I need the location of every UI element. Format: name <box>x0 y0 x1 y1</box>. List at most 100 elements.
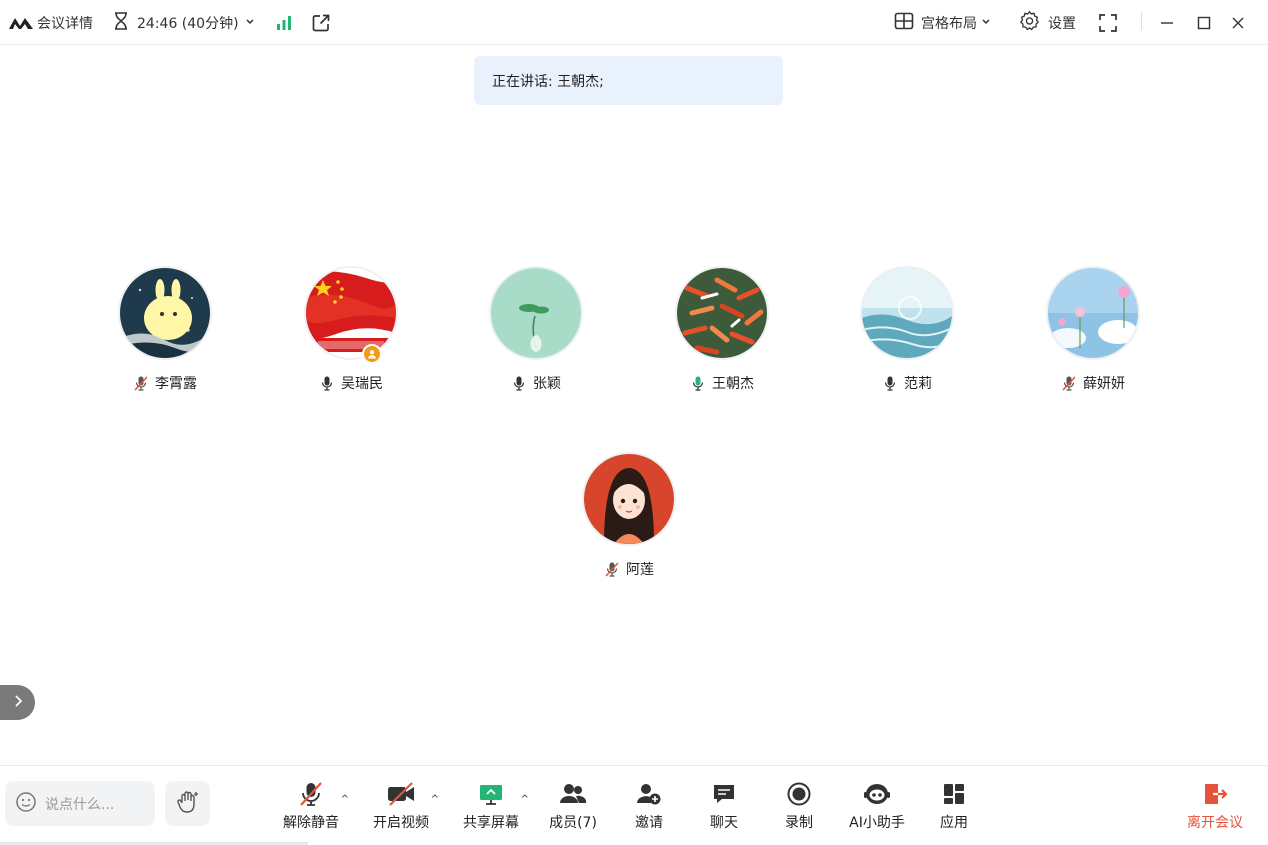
raise-hand-button[interactable] <box>165 781 210 826</box>
chevron-right-icon <box>13 693 23 712</box>
chat-input-placeholder: 说点什么... <box>45 796 115 813</box>
members-label: 成员(7) <box>549 815 597 831</box>
ai-assistant-label: AI小助手 <box>849 815 905 831</box>
chevron-up-icon[interactable]: ^ <box>431 794 439 805</box>
microphone-icon <box>511 375 527 391</box>
grid-layout-button[interactable]: 宫格布局 <box>894 0 991 45</box>
fullscreen-icon[interactable] <box>1098 0 1118 45</box>
microphone-speaking-icon <box>690 375 706 391</box>
chat-label: 聊天 <box>710 815 738 831</box>
participant-tile[interactable]: 范莉 <box>846 268 966 398</box>
host-badge-icon <box>362 344 382 364</box>
avatar <box>491 268 581 358</box>
participant-name-label: 吴瑞民 <box>290 373 412 393</box>
external-link-icon[interactable] <box>311 0 331 45</box>
settings-label: 设置 <box>1048 15 1076 32</box>
participant-tile[interactable]: 张颖 <box>475 268 595 398</box>
speaking-indicator-text: 正在讲话: 王朝杰; <box>492 73 604 90</box>
microphone-icon <box>882 375 898 391</box>
members-icon <box>558 780 588 808</box>
invite-label: 邀请 <box>635 815 663 831</box>
avatar <box>120 268 210 358</box>
avatar <box>677 268 767 358</box>
members-button[interactable]: 成员(7) <box>533 780 613 831</box>
participant-name: 阿莲 <box>626 562 654 578</box>
meeting-window: 会议详情 24:46 (40分钟) 宫格布局 设置 正在讲话: 王朝杰; 李霄露… <box>0 0 1268 845</box>
participant-tile[interactable]: 李霄露 <box>104 268 224 398</box>
start-video-label: 开启视频 <box>373 815 429 831</box>
avatar <box>1048 268 1138 358</box>
share-screen-button[interactable]: 共享屏幕 ^ <box>451 780 531 831</box>
unmute-button[interactable]: 解除静音 ^ <box>271 780 351 831</box>
ai-assistant-button[interactable]: AI小助手 <box>837 780 917 831</box>
share-screen-label: 共享屏幕 <box>463 815 519 831</box>
expand-panel-button[interactable] <box>0 685 35 720</box>
emoji-icon[interactable] <box>15 791 37 817</box>
microphone-muted-icon <box>133 375 149 391</box>
app-logo-icon <box>8 0 34 45</box>
participant-name-label: 王朝杰 <box>661 373 783 393</box>
meeting-details-label: 会议详情 <box>37 15 93 32</box>
exit-icon <box>1201 780 1229 808</box>
raise-hand-icon <box>175 789 201 819</box>
grid-layout-label: 宫格布局 <box>921 15 977 32</box>
participant-name-label: 范莉 <box>846 373 968 393</box>
invite-button[interactable]: 邀请 <box>609 780 689 831</box>
record-label: 录制 <box>785 815 813 831</box>
apps-label: 应用 <box>940 815 968 831</box>
network-signal-icon[interactable] <box>276 0 292 45</box>
participant-name-label: 阿莲 <box>568 559 690 579</box>
quick-chat-input[interactable]: 说点什么... <box>5 781 155 826</box>
leave-meeting-button[interactable]: 离开会议 <box>1175 780 1255 831</box>
gear-icon <box>1019 10 1040 35</box>
participant-name: 张颖 <box>533 376 561 392</box>
chat-bubble-icon <box>710 780 738 808</box>
chevron-down-icon <box>981 15 991 31</box>
share-screen-icon <box>477 780 505 808</box>
settings-button[interactable]: 设置 <box>1019 0 1076 45</box>
start-video-button[interactable]: 开启视频 ^ <box>361 780 441 831</box>
microphone-muted-icon <box>1061 375 1077 391</box>
participant-name: 李霄露 <box>155 376 197 392</box>
participant-name: 吴瑞民 <box>341 376 383 392</box>
avatar <box>862 268 952 358</box>
titlebar-divider <box>1141 12 1142 30</box>
microphone-muted-icon <box>297 780 325 808</box>
participant-name: 范莉 <box>904 376 932 392</box>
microphone-icon <box>319 375 335 391</box>
participant-tile[interactable]: 薛妍妍 <box>1032 268 1152 398</box>
apps-button[interactable]: 应用 <box>914 780 994 831</box>
chevron-up-icon[interactable]: ^ <box>341 794 349 805</box>
chevron-up-icon[interactable]: ^ <box>521 794 529 805</box>
participant-tile[interactable]: 阿莲 <box>568 454 688 584</box>
participant-name-label: 张颖 <box>475 373 597 393</box>
meeting-toolbar: 说点什么... 解除静音 ^ 开启视频 ^ 共享屏幕 ^ 成员(7) 邀请 聊天… <box>0 765 1268 845</box>
participant-name: 薛妍妍 <box>1083 376 1125 392</box>
maximize-icon[interactable] <box>1197 0 1211 45</box>
participant-name-label: 薛妍妍 <box>1032 373 1154 393</box>
chevron-down-icon <box>245 15 255 31</box>
participant-name: 王朝杰 <box>712 376 754 392</box>
participant-tile[interactable]: 王朝杰 <box>661 268 781 398</box>
meeting-timer[interactable]: 24:46 (40分钟) <box>113 0 255 45</box>
add-user-icon <box>634 780 664 808</box>
minimize-icon[interactable] <box>1160 0 1174 45</box>
speaking-indicator-banner: 正在讲话: 王朝杰; <box>474 56 783 105</box>
chat-button[interactable]: 聊天 <box>684 780 764 831</box>
avatar <box>584 454 674 544</box>
record-button[interactable]: 录制 <box>759 780 839 831</box>
unmute-label: 解除静音 <box>283 815 339 831</box>
participant-tile[interactable]: 吴瑞民 <box>290 268 410 398</box>
title-bar: 会议详情 24:46 (40分钟) 宫格布局 设置 <box>0 0 1268 45</box>
ai-assistant-icon <box>862 780 892 808</box>
leave-meeting-label: 离开会议 <box>1187 815 1243 831</box>
camera-off-icon <box>386 780 416 808</box>
close-icon[interactable] <box>1231 0 1245 45</box>
microphone-muted-icon <box>604 561 620 577</box>
grid-layout-icon <box>894 12 914 34</box>
apps-grid-icon <box>940 780 968 808</box>
meeting-details-link[interactable]: 会议详情 <box>37 0 93 45</box>
participant-name-label: 李霄露 <box>104 373 226 393</box>
hourglass-icon <box>113 11 129 34</box>
avatar <box>306 268 396 358</box>
